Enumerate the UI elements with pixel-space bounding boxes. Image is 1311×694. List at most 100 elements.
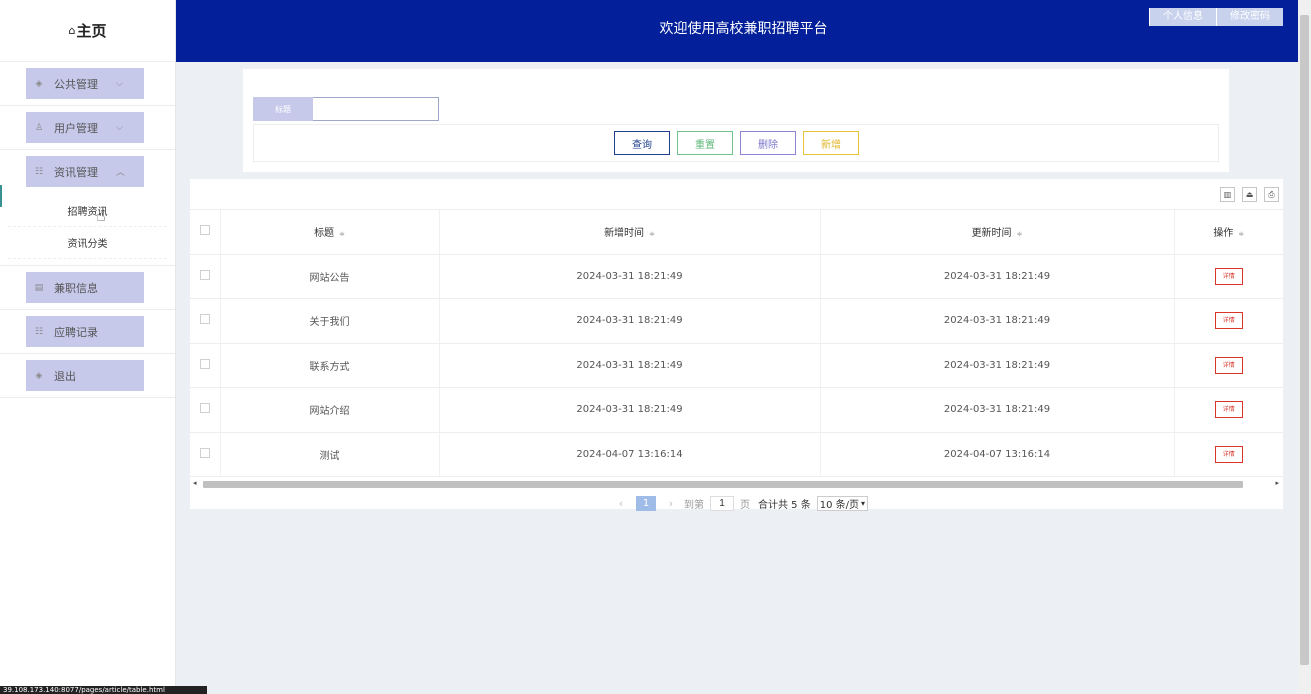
menu-label: 退出 (54, 369, 76, 383)
pagination: ‹ 1 › 到第 页 合计共 5 条 10 条/页 ▾ (614, 495, 869, 511)
sort-icon[interactable]: ≑ (339, 230, 345, 238)
menu-label: 用户管理 (54, 121, 98, 135)
header-label: 新增时间 (604, 228, 645, 240)
title-search-row: 标题 (253, 97, 439, 121)
hand-cursor-icon: ☝ (96, 206, 106, 225)
active-item-marker (0, 185, 2, 207)
delete-button[interactable]: 删除 (740, 131, 796, 155)
row-updated: 2024-03-31 18:21:49 (819, 298, 1174, 344)
list-icon: ☷ (34, 166, 44, 177)
column-header-title[interactable]: 标题 ≑ (219, 209, 439, 255)
action-button-bar: 查询 重置 删除 新增 (253, 124, 1219, 162)
detail-button[interactable]: 详情 (1214, 445, 1243, 463)
select-all-cell (190, 209, 220, 255)
header-actions: 个人信息 修改密码 (1149, 8, 1283, 26)
top-header: 欢迎使用高校兼职招聘平台 个人信息 修改密码 (176, 0, 1311, 62)
page-title: 欢迎使用高校兼职招聘平台 (659, 21, 828, 37)
table-row: 联系方式 2024-03-31 18:21:49 2024-03-31 18:2… (190, 343, 1283, 388)
column-header-actions[interactable]: 操作 ≑ (1173, 209, 1283, 255)
add-button[interactable]: 新增 (803, 131, 859, 155)
total-count: 合计共 5 条 (758, 499, 811, 511)
menu-group-users: ♙ 用户管理 ⌵ (0, 106, 175, 150)
column-header-updated[interactable]: 更新时间 ≑ (819, 209, 1174, 255)
menu-logout[interactable]: ◈ 退出 (26, 360, 144, 391)
goto-page-input[interactable] (710, 495, 734, 511)
menu-group-public: ◈ 公共管理 ⌵ (0, 62, 175, 106)
chevron-down-icon: ⌵ (116, 78, 123, 89)
menu-label: 公共管理 (54, 77, 98, 91)
home-link[interactable]: ⌂ 主页 (0, 0, 175, 62)
chevron-down-icon: ▾ (861, 498, 866, 508)
sort-icon[interactable]: ≑ (1238, 230, 1244, 238)
header-label: 更新时间 (971, 228, 1012, 240)
sort-icon[interactable]: ≑ (649, 230, 655, 238)
row-checkbox[interactable] (199, 314, 210, 325)
detail-button[interactable]: 详情 (1214, 267, 1243, 285)
next-page-icon[interactable]: › (664, 497, 678, 510)
scroll-right-icon[interactable]: ▸ (1275, 479, 1279, 487)
news-table: 标题 ≑ 新增时间 ≑ 更新时间 ≑ 操作 ≑ 网站公告 2024-03-31 18:2… (190, 209, 1283, 477)
page-size-select[interactable]: 10 条/页 ▾ (816, 495, 869, 511)
sidebar: ⌂ 主页 ◈ 公共管理 ⌵ ♙ 用户管理 ⌵ ☷ 资讯管理 ︿ 招聘资讯 资讯分… (0, 0, 176, 694)
row-checkbox[interactable] (199, 447, 210, 458)
menu-parttime-info[interactable]: ▤ 兼职信息 (26, 272, 144, 303)
detail-button[interactable]: 详情 (1214, 401, 1243, 419)
document-icon: ▤ (34, 282, 44, 293)
row-checkbox[interactable] (199, 403, 210, 414)
search-panel: 标题 查询 重置 删除 新增 (243, 69, 1229, 172)
table-row: 测试 2024-04-07 13:16:14 2024-04-07 13:16:… (190, 432, 1283, 477)
table-row: 网站介绍 2024-03-31 18:21:49 2024-03-31 18:2… (190, 387, 1283, 433)
menu-label: 应聘记录 (54, 325, 98, 339)
row-updated: 2024-03-31 18:21:49 (819, 343, 1174, 388)
print-icon[interactable]: ⎙ (1264, 187, 1279, 202)
row-created: 2024-03-31 18:21:49 (438, 387, 820, 433)
detail-button[interactable]: 详情 (1214, 312, 1243, 330)
select-all-checkbox[interactable] (199, 225, 210, 236)
search-button[interactable]: 查询 (614, 131, 670, 155)
title-search-label: 标题 (253, 97, 313, 121)
sort-icon[interactable]: ≑ (1017, 230, 1023, 238)
export-icon[interactable]: ⏏ (1242, 187, 1257, 202)
row-title: 网站公告 (219, 254, 439, 299)
reset-button[interactable]: 重置 (677, 131, 733, 155)
scrollbar-thumb[interactable] (203, 481, 1243, 488)
prev-page-icon[interactable]: ‹ (614, 497, 628, 510)
sidebar-item-news-category[interactable]: 资讯分类 (8, 227, 167, 259)
table-header-row: 标题 ≑ 新增时间 ≑ 更新时间 ≑ 操作 ≑ (190, 209, 1283, 255)
detail-button[interactable]: 详情 (1214, 356, 1243, 374)
header-label: 操作 (1213, 228, 1234, 240)
menu-application-records[interactable]: ☷ 应聘记录 (26, 316, 144, 347)
list-icon: ☷ (34, 326, 44, 337)
menu-public-management[interactable]: ◈ 公共管理 ⌵ (26, 68, 144, 99)
row-created: 2024-03-31 18:21:49 (438, 254, 820, 299)
row-created: 2024-04-07 13:16:14 (438, 432, 820, 477)
sidebar-item-recruitment-news[interactable]: 招聘资讯 (8, 195, 167, 227)
row-created: 2024-03-31 18:21:49 (438, 298, 820, 344)
horizontal-scrollbar[interactable]: ◂ ▸ (190, 479, 1283, 489)
chevron-up-icon: ︿ (116, 168, 126, 178)
goto-label: 到第 (684, 499, 704, 511)
news-submenu: 招聘资讯 资讯分类 (0, 187, 175, 259)
vertical-scrollbar-thumb[interactable] (1300, 15, 1309, 665)
columns-icon[interactable]: ▥ (1220, 187, 1235, 202)
column-header-created[interactable]: 新增时间 ≑ (438, 209, 820, 255)
row-updated: 2024-03-31 18:21:49 (819, 387, 1174, 433)
header-label: 标题 (314, 228, 335, 240)
menu-group-parttime: ▤ 兼职信息 (0, 266, 175, 310)
profile-button[interactable]: 个人信息 (1149, 8, 1216, 26)
current-page[interactable]: 1 (636, 495, 656, 511)
row-title: 网站介绍 (219, 387, 439, 433)
layers-icon: ◈ (35, 78, 43, 89)
title-search-input[interactable] (313, 97, 439, 121)
menu-user-management[interactable]: ♙ 用户管理 ⌵ (26, 112, 144, 143)
status-url: 39.108.173.140:8077/pages/article/table.… (0, 686, 207, 694)
home-icon: ⌂ (68, 24, 76, 37)
vertical-scrollbar[interactable] (1298, 0, 1311, 694)
change-password-button[interactable]: 修改密码 (1216, 8, 1283, 26)
row-checkbox[interactable] (199, 269, 210, 280)
table-row: 网站公告 2024-03-31 18:21:49 2024-03-31 18:2… (190, 254, 1283, 299)
scroll-left-icon[interactable]: ◂ (193, 479, 197, 487)
menu-news-management[interactable]: ☷ 资讯管理 ︿ (26, 156, 144, 187)
row-checkbox[interactable] (199, 358, 210, 369)
row-updated: 2024-04-07 13:16:14 (819, 432, 1174, 477)
